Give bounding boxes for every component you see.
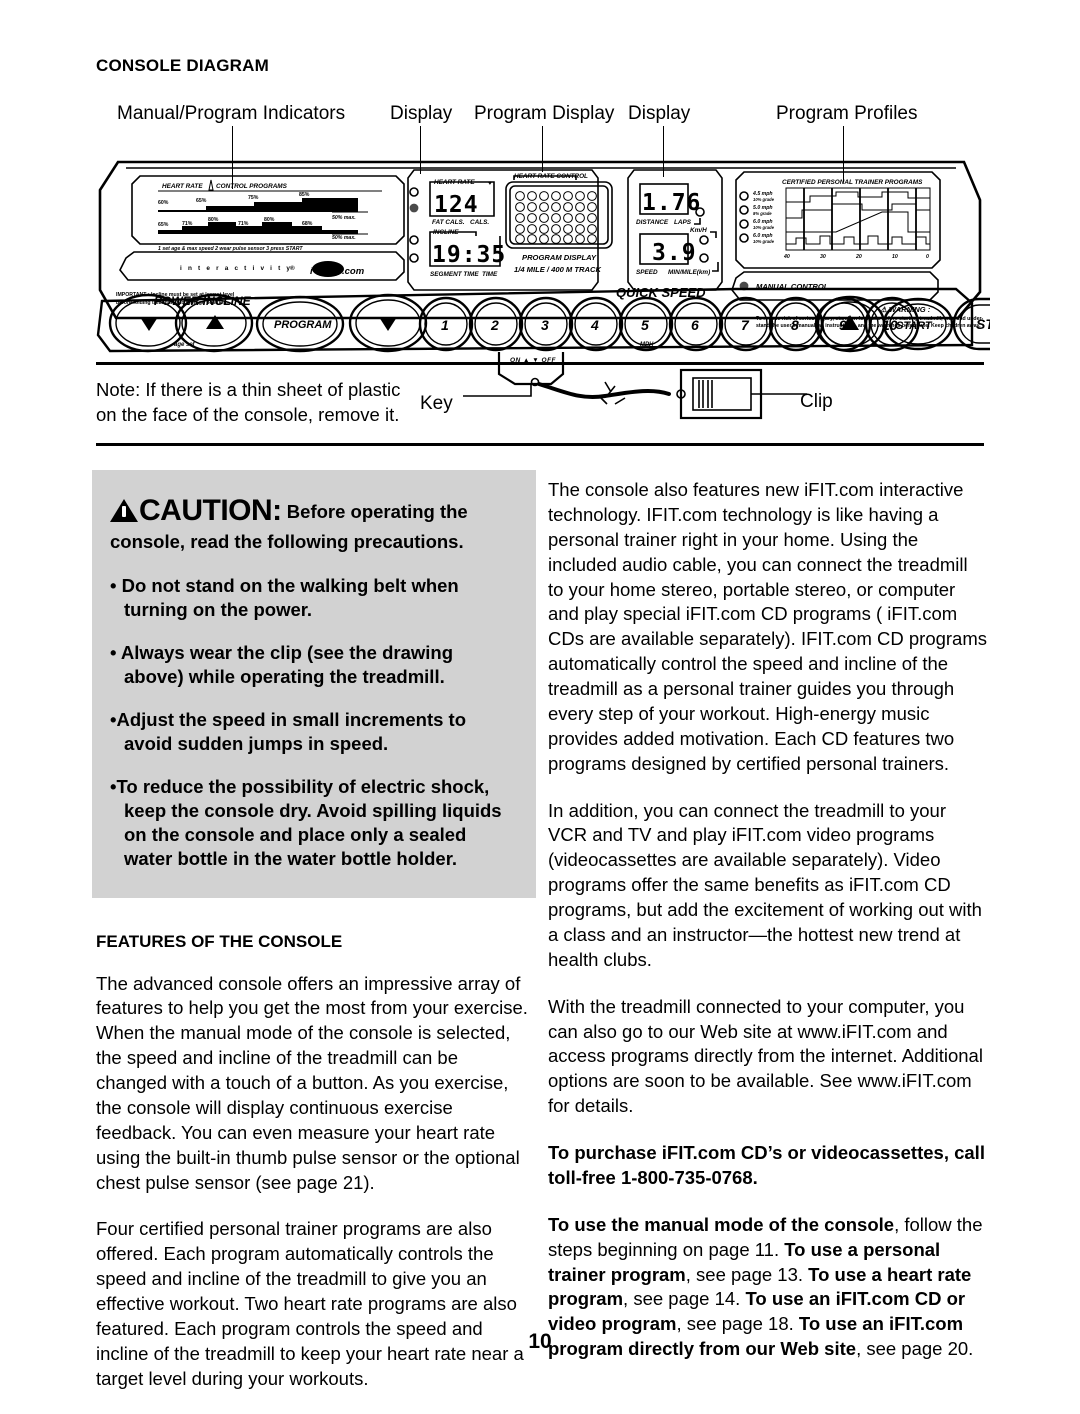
svg-text:♥: ♥: [488, 180, 492, 187]
svg-text:MIN/MILE(km): MIN/MILE(km): [668, 269, 710, 276]
callout-display-left: Display: [390, 103, 453, 124]
features-heading: FEATURES OF THE CONSOLE: [96, 931, 343, 951]
caution-word: CAUTION: [139, 494, 273, 527]
svg-text:80%: 80%: [264, 217, 275, 223]
caution-heading: CAUTION: Before operating the console, r…: [110, 492, 512, 554]
svg-text:80%: 80%: [208, 217, 219, 223]
svg-text:LAPS: LAPS: [674, 219, 692, 226]
svg-text:HEART RATE CONTROL: HEART RATE CONTROL: [514, 173, 588, 180]
divider-bottom: [96, 443, 984, 446]
callout-program-display: Program Display: [474, 103, 615, 124]
svg-text:50% max.: 50% max.: [332, 215, 356, 221]
svg-text:FIT: FIT: [316, 266, 331, 277]
svg-text:STOP: STOP: [976, 316, 990, 332]
svg-text:®: ®: [290, 264, 295, 272]
svg-text:PROGRAM DISPLAY: PROGRAM DISPLAY: [522, 253, 597, 262]
svg-text:5: 5: [641, 317, 649, 333]
svg-text:age set: age set: [174, 342, 196, 348]
svg-text:10% grade: 10% grade: [753, 239, 775, 244]
callout-manual-program-indicators: Manual/Program Indicators: [117, 103, 346, 124]
callout-program-profiles: Program Profiles: [776, 103, 918, 124]
svg-text:CONTROL PROGRAMS: CONTROL PROGRAMS: [216, 183, 288, 190]
svg-text:HEART RATE: HEART RATE: [434, 179, 475, 186]
heart-rate-value: 124: [434, 192, 479, 218]
usage-note-bold-1: To use the manual mode of the console: [548, 1213, 895, 1235]
svg-text:.com: .com: [342, 266, 365, 277]
svg-text:DISTANCE: DISTANCE: [636, 219, 669, 226]
document-page: CONSOLE DIAGRAM Manual/Program Indicator…: [0, 0, 1080, 1397]
svg-text:1/4 MILE / 400 M TRACK: 1/4 MILE / 400 M TRACK: [514, 265, 601, 274]
right-column: The console also features new iFIT.com i…: [548, 478, 988, 1384]
svg-text:75%: 75%: [248, 195, 259, 201]
svg-text:TIME: TIME: [482, 271, 498, 278]
svg-text:POWER INCLINE: POWER INCLINE: [154, 294, 252, 308]
incline-time-value: 19:35: [432, 242, 506, 268]
caution-item-3: •Adjust the speed in small increments to…: [110, 709, 466, 755]
svg-text:65%: 65%: [158, 222, 169, 228]
speed-value: 3.9: [652, 240, 697, 266]
svg-text:65%: 65%: [196, 198, 207, 204]
page-number: 10: [528, 1330, 552, 1353]
features-paragraph-1: The advanced console offers an impressiv…: [96, 972, 528, 1193]
svg-text:SEGMENT TIME: SEGMENT TIME: [430, 271, 479, 278]
svg-text:PROGRAM: PROGRAM: [274, 319, 332, 331]
svg-text:2: 2: [490, 317, 499, 333]
svg-text:85%: 85%: [299, 192, 310, 198]
purchase-note: To purchase iFIT.com CD’s or videocasset…: [548, 1142, 985, 1188]
svg-text:MPH: MPH: [640, 342, 654, 348]
svg-text:Km/H: Km/H: [690, 227, 707, 234]
svg-text:30: 30: [820, 254, 826, 260]
svg-text:SPEED: SPEED: [636, 269, 658, 276]
svg-text:50% max.: 50% max.: [332, 235, 356, 241]
svg-text:60%: 60%: [158, 200, 169, 206]
svg-text:0: 0: [926, 254, 929, 260]
svg-text:4: 4: [590, 317, 599, 333]
svg-text:i n t e r a c t i v i t y: i n t e r a c t i v i t y: [180, 265, 292, 272]
usage-note-text-3: , see page 14.: [623, 1288, 746, 1310]
right-paragraph-3: With the treadmill connected to your com…: [548, 995, 983, 1117]
svg-text:3: 3: [541, 317, 549, 333]
right-paragraph-2: In addition, you can connect the treadmi…: [548, 799, 982, 970]
usage-note-text-2: , see page 13.: [685, 1263, 809, 1285]
svg-text:INCLINE: INCLINE: [433, 229, 459, 236]
svg-text:68%: 68%: [302, 221, 313, 227]
svg-text:10% grade: 10% grade: [753, 225, 775, 230]
right-paragraph-1: The console also features new iFIT.com i…: [548, 479, 988, 774]
plastic-sheet-note: Note: If there is a thin sheet of plasti…: [96, 379, 401, 425]
svg-text:71%: 71%: [182, 221, 193, 227]
caution-item-4: •To reduce the possibility of electric s…: [110, 776, 502, 870]
svg-text:20: 20: [855, 254, 862, 260]
svg-text:10% grade: 10% grade: [753, 197, 775, 202]
svg-text:START: START: [896, 320, 933, 332]
svg-text:1: 1: [441, 317, 449, 333]
warning-triangle-icon: [110, 499, 138, 522]
svg-text:10: 10: [892, 254, 898, 260]
caution-item-2: • Always wear the clip (see the drawing …: [110, 642, 454, 688]
key-clip-illustration: .kl { fill:none; stroke:#000; stroke-wid…: [455, 352, 815, 432]
svg-text:CALS.: CALS.: [470, 219, 489, 226]
callout-display-right: Display: [628, 103, 691, 124]
page-title: CONSOLE DIAGRAM: [96, 56, 269, 75]
caution-item-1: • Do not stand on the walking belt when …: [110, 575, 459, 621]
distance-value: 1.76: [642, 190, 701, 216]
caution-box: CAUTION: Before operating the console, r…: [92, 470, 536, 898]
svg-text:40: 40: [783, 254, 790, 260]
svg-text:FAT CALS.: FAT CALS.: [432, 219, 465, 226]
svg-text:8% grade: 8% grade: [753, 211, 772, 216]
key-label: Key: [420, 393, 453, 414]
features-paragraph-2: Four certified personal trainer programs…: [96, 1218, 524, 1389]
svg-text:71%: 71%: [238, 221, 249, 227]
svg-text:HEART RATE: HEART RATE: [162, 183, 203, 190]
svg-text:1 set age & max speed 2 wear: 1 set age & max speed 2 wear pulse senso…: [158, 246, 303, 252]
svg-text:CERTIFIED PERSONAL TRAINER PRO: CERTIFIED PERSONAL TRAINER PROGRAMS: [782, 179, 923, 186]
left-column: CAUTION: Before operating the console, r…: [92, 470, 536, 1414]
caution-colon: :: [272, 494, 282, 527]
svg-text:i: i: [310, 266, 313, 277]
